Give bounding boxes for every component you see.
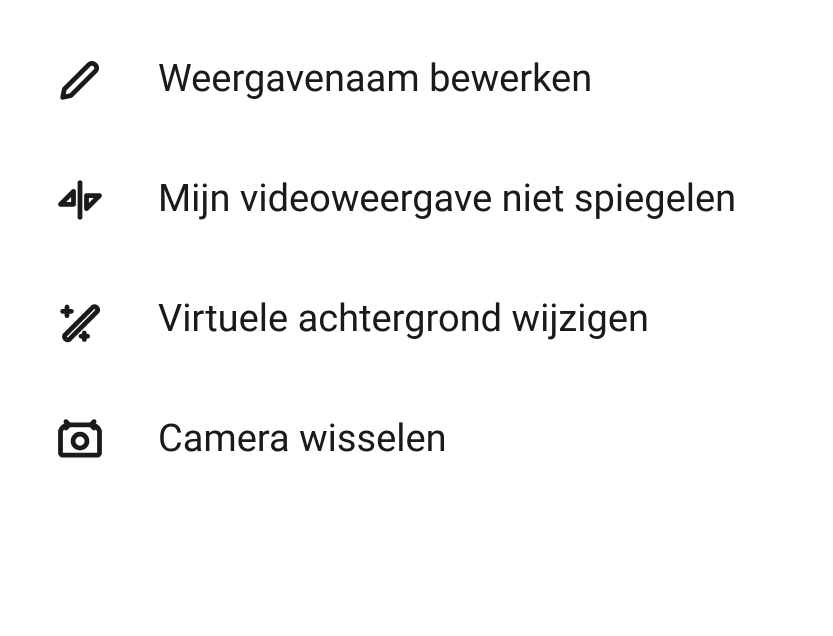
menu-label: Weergavenaam bewerken	[158, 56, 592, 104]
menu-label: Mijn videoweergave niet spiegelen	[158, 176, 736, 224]
menu-label: Virtuele achtergrond wijzigen	[158, 296, 649, 344]
menu-label: Camera wisselen	[158, 416, 447, 464]
mirror-flip-icon	[50, 170, 110, 230]
video-menu-list: Weergavenaam bewerken Mijn videoweergave…	[0, 20, 833, 500]
menu-item-no-mirror-video[interactable]: Mijn videoweergave niet spiegelen	[0, 140, 833, 260]
menu-item-edit-display-name[interactable]: Weergavenaam bewerken	[0, 20, 833, 140]
menu-item-switch-camera[interactable]: Camera wisselen	[0, 380, 833, 500]
magic-wand-icon	[50, 290, 110, 350]
menu-item-virtual-background[interactable]: Virtuele achtergrond wijzigen	[0, 260, 833, 380]
camera-switch-icon	[50, 410, 110, 470]
pencil-icon	[50, 50, 110, 110]
